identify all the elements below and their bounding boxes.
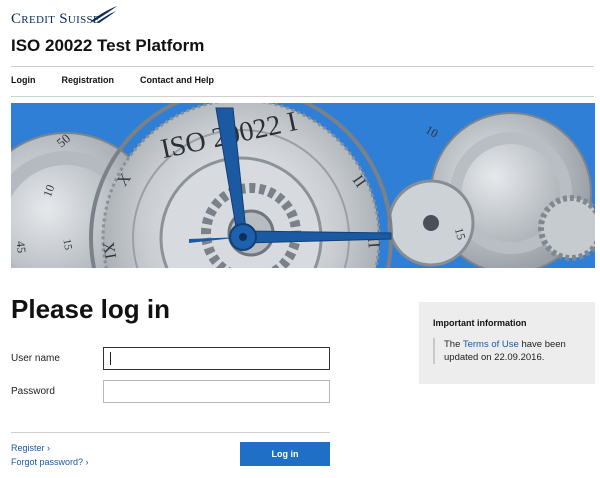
info-title: Important information (433, 318, 527, 328)
gears-clock-illustration: ISO 20022 I 50 10 45 15 X XI II III 10 1… (11, 103, 595, 268)
form-divider (11, 432, 330, 433)
username-input[interactable] (103, 347, 330, 370)
password-input[interactable] (103, 380, 330, 403)
important-info-panel: Important information The Terms of Use h… (419, 302, 595, 384)
hero-banner: ISO 20022 I 50 10 45 15 X XI II III 10 1… (11, 103, 595, 268)
nav-registration[interactable]: Registration (62, 75, 115, 85)
brand-name: Credit Suisse (11, 11, 100, 27)
nav-divider (11, 96, 594, 97)
text-caret (110, 352, 111, 365)
nav-login[interactable]: Login (11, 75, 36, 85)
page-heading: Please log in (11, 294, 170, 324)
dial-numeral: 45 (14, 240, 29, 253)
info-text-before: The (444, 339, 463, 350)
app-title: ISO 20022 Test Platform (11, 36, 205, 55)
dial-numeral: XI (99, 241, 119, 261)
header-divider (11, 66, 594, 67)
password-label: Password (11, 386, 55, 397)
username-label: User name (11, 353, 60, 364)
nav-contact-help[interactable]: Contact and Help (140, 75, 214, 85)
sails-icon (91, 6, 117, 23)
info-rule (433, 338, 435, 364)
register-link[interactable]: Register › (11, 443, 50, 453)
terms-of-use-link[interactable]: Terms of Use (463, 339, 519, 350)
info-body: The Terms of Use have been updated on 22… (444, 338, 584, 364)
forgot-password-link[interactable]: Forgot password? › (11, 457, 89, 467)
credit-suisse-logo: Credit Suisse (11, 5, 117, 29)
login-button[interactable]: Log in (240, 442, 330, 466)
main-nav: Login Registration Contact and Help (11, 75, 240, 85)
